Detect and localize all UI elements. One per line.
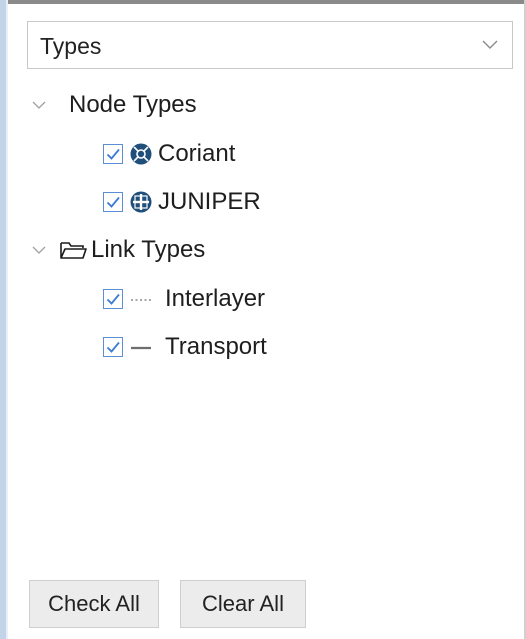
chevron-down-icon[interactable]	[31, 99, 47, 111]
tree-item-coriant[interactable]: Coriant	[103, 136, 235, 172]
tree-item-interlayer[interactable]: Interlayer	[103, 281, 265, 317]
checkmark-icon	[106, 341, 120, 353]
checkmark-icon	[106, 293, 120, 305]
juniper-checkbox[interactable]	[103, 192, 123, 212]
clear-all-button[interactable]: Clear All	[180, 580, 306, 628]
chevron-down-icon[interactable]	[31, 244, 47, 256]
panel-left-border-inner	[6, 0, 8, 639]
tree-item-transport[interactable]: Transport	[103, 329, 267, 365]
panel-top-border	[0, 0, 526, 4]
juniper-label: JUNIPER	[158, 188, 261, 215]
folder-icon	[60, 242, 87, 259]
dropdown-selected-value: Types	[40, 33, 102, 59]
transport-label: Transport	[165, 333, 267, 360]
node-types-label: Node Types	[69, 91, 197, 118]
coriant-checkbox[interactable]	[103, 144, 123, 164]
juniper-icon	[130, 191, 152, 213]
interlayer-label: Interlayer	[165, 285, 266, 312]
tree-group-node-types[interactable]: Node Types	[31, 87, 197, 123]
dotted-line-icon	[131, 299, 151, 301]
types-dropdown[interactable]: Types	[27, 21, 513, 69]
link-types-label: Link Types	[91, 236, 206, 263]
tree-item-juniper[interactable]: JUNIPER	[103, 184, 261, 220]
coriant-label: Coriant	[158, 140, 236, 167]
chevron-down-icon	[482, 40, 498, 49]
check-all-button[interactable]: Check All	[29, 580, 159, 628]
interlayer-checkbox[interactable]	[103, 289, 123, 309]
coriant-icon	[130, 143, 152, 165]
tree-group-link-types[interactable]: Link Types	[31, 232, 205, 268]
checkmark-icon	[106, 196, 120, 208]
transport-checkbox[interactable]	[103, 337, 123, 357]
solid-line-icon	[131, 346, 151, 350]
checkmark-icon	[106, 148, 120, 160]
